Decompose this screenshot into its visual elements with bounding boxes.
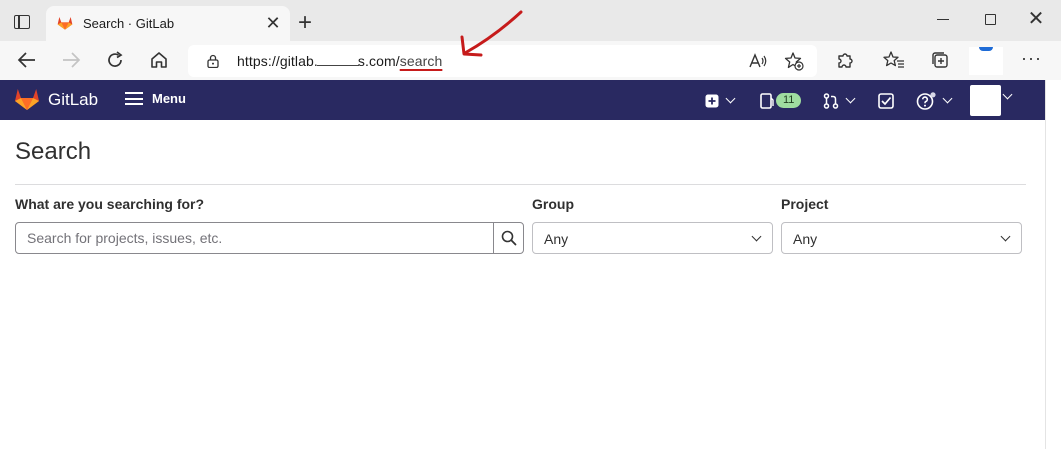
chevron-down-icon: [751, 231, 762, 242]
url-text[interactable]: https://gitlab. s.com/search: [237, 53, 442, 69]
chevron-down-icon[interactable]: [1002, 89, 1013, 100]
tab-actions-icon[interactable]: [14, 15, 30, 29]
search-field: [15, 222, 524, 254]
issues-count-badge: 11: [776, 93, 802, 108]
group-label: Group: [532, 196, 574, 212]
back-icon[interactable]: [16, 49, 38, 71]
profile-icon[interactable]: [969, 47, 1003, 75]
url-redaction: [316, 57, 359, 66]
tab-close-icon[interactable]: ✕: [264, 13, 282, 33]
refresh-icon[interactable]: [104, 49, 126, 71]
lock-icon[interactable]: [207, 54, 219, 68]
scrollbar[interactable]: [1045, 80, 1061, 449]
browser-tab-strip: Search · GitLab ✕ + ✕: [0, 0, 1061, 41]
browser-tab[interactable]: Search · GitLab ✕: [46, 6, 290, 41]
project-dropdown[interactable]: Any: [781, 222, 1022, 254]
add-favorite-icon[interactable]: [784, 51, 804, 71]
forward-icon[interactable]: [60, 49, 82, 71]
chevron-down-icon: [725, 93, 736, 104]
collections-icon[interactable]: [929, 49, 951, 71]
gitlab-favicon-icon: [57, 17, 73, 30]
project-label: Project: [781, 196, 829, 212]
window-close-icon[interactable]: ✕: [1027, 8, 1045, 30]
annotation-arrow-icon: [460, 10, 523, 57]
chevron-down-icon: [845, 93, 856, 104]
help-icon: [916, 91, 936, 110]
chevron-down-icon: [942, 93, 953, 104]
url-prefix: https://gitlab.: [237, 53, 318, 69]
issues-button[interactable]: 11: [760, 92, 802, 109]
search-button[interactable]: [493, 223, 523, 253]
gitlab-brand[interactable]: GitLab: [48, 90, 98, 110]
maximize-icon[interactable]: [985, 14, 996, 25]
more-options-icon[interactable]: ···: [1021, 49, 1042, 67]
chevron-down-icon: [1000, 231, 1011, 242]
new-tab-button[interactable]: +: [295, 11, 315, 36]
project-dropdown-value: Any: [793, 231, 818, 247]
merge-requests-dropdown[interactable]: [823, 92, 856, 109]
search-query-label: What are you searching for?: [15, 196, 205, 212]
divider: [15, 184, 1026, 185]
url-suffix: s.com/: [357, 53, 400, 69]
minimize-icon[interactable]: [937, 19, 949, 21]
page-title: Search: [15, 138, 92, 165]
hamburger-icon: [125, 92, 143, 105]
url-path: search: [399, 53, 443, 69]
todo-button[interactable]: [878, 92, 894, 109]
tab-title: Search · GitLab: [83, 16, 175, 31]
gitlab-navbar: GitLab Menu 11: [0, 80, 1045, 120]
todo-icon: [878, 92, 894, 109]
home-icon[interactable]: [148, 49, 170, 71]
group-dropdown-value: Any: [544, 231, 569, 247]
favorites-icon[interactable]: [883, 49, 905, 71]
help-dropdown[interactable]: [916, 91, 953, 110]
extensions-icon[interactable]: [834, 49, 856, 71]
new-item-dropdown[interactable]: [705, 92, 736, 109]
merge-requests-icon: [823, 92, 839, 109]
search-icon: [501, 230, 516, 246]
new-item-icon: [705, 94, 719, 107]
menu-button[interactable]: Menu: [125, 91, 186, 106]
gitlab-logo-icon[interactable]: [14, 87, 40, 111]
menu-label: Menu: [152, 91, 186, 106]
issues-icon: [760, 92, 774, 109]
avatar[interactable]: [970, 85, 1001, 116]
browser-toolbar: https://gitlab. s.com/search ···: [0, 41, 1061, 80]
group-dropdown[interactable]: Any: [532, 222, 773, 254]
search-input[interactable]: [16, 223, 493, 253]
read-aloud-icon[interactable]: [748, 51, 768, 71]
